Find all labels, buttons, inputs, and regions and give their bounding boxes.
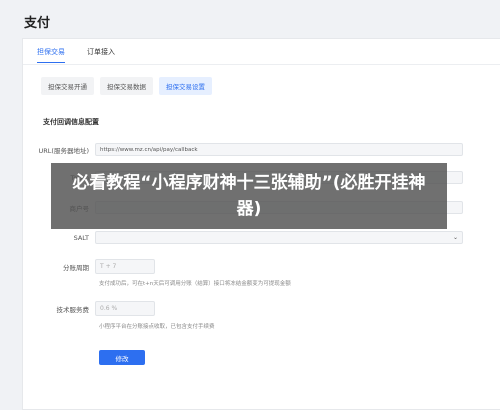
tabs-divider	[23, 64, 500, 65]
url-row: URL(服务器地址) https://www.mz.cn/api/pay/cal…	[23, 143, 463, 156]
sub-tabs: 担保交易开通 担保交易数据 担保交易设置	[41, 77, 212, 95]
submit-button[interactable]: 修改	[99, 350, 145, 365]
fee-label: 技术服务费	[56, 305, 90, 314]
page-title: 支付	[24, 16, 51, 31]
url-input[interactable]: https://www.mz.cn/api/pay/callback	[95, 143, 463, 156]
section-title: 支付回调信息配置	[43, 118, 99, 126]
subtab-open[interactable]: 担保交易开通	[41, 77, 94, 95]
fee-row: 技术服务费 0.6 %	[23, 301, 155, 316]
settle-label: 分账周期	[63, 263, 89, 272]
fee-hint: 小程序平台在分账接点收取，已包含支付手续费	[99, 324, 215, 330]
fee-input[interactable]: 0.6 %	[95, 301, 155, 316]
tab-order-access[interactable]: 订单接入	[87, 43, 115, 63]
url-label: URL(服务器地址)	[38, 146, 89, 155]
tab-guarantee-trade[interactable]: 担保交易	[37, 43, 65, 63]
overlay-text: 必看教程“小程序财神十三张辅助”(必胜开挂神器)	[72, 173, 426, 219]
salt-input[interactable]: ⌄	[95, 231, 463, 244]
chevron-down-icon[interactable]: ⌄	[453, 234, 458, 241]
subtab-settings[interactable]: 担保交易设置	[159, 77, 212, 95]
subtab-data[interactable]: 担保交易数据	[100, 77, 153, 95]
banner-overlay: 必看教程“小程序财神十三张辅助”(必胜开挂神器)	[51, 163, 447, 229]
salt-row: SALT ⌄	[23, 231, 463, 244]
salt-label: SALT	[73, 233, 89, 242]
settle-input[interactable]: T + 7	[95, 259, 155, 274]
main-tabs: 担保交易 订单接入	[37, 43, 115, 63]
settle-hint: 支付成功后，可在t+n天后可调用分账（结算）接口将冻结金额变为可提现金额	[99, 281, 291, 287]
settle-row: 分账周期 T + 7	[23, 259, 155, 274]
